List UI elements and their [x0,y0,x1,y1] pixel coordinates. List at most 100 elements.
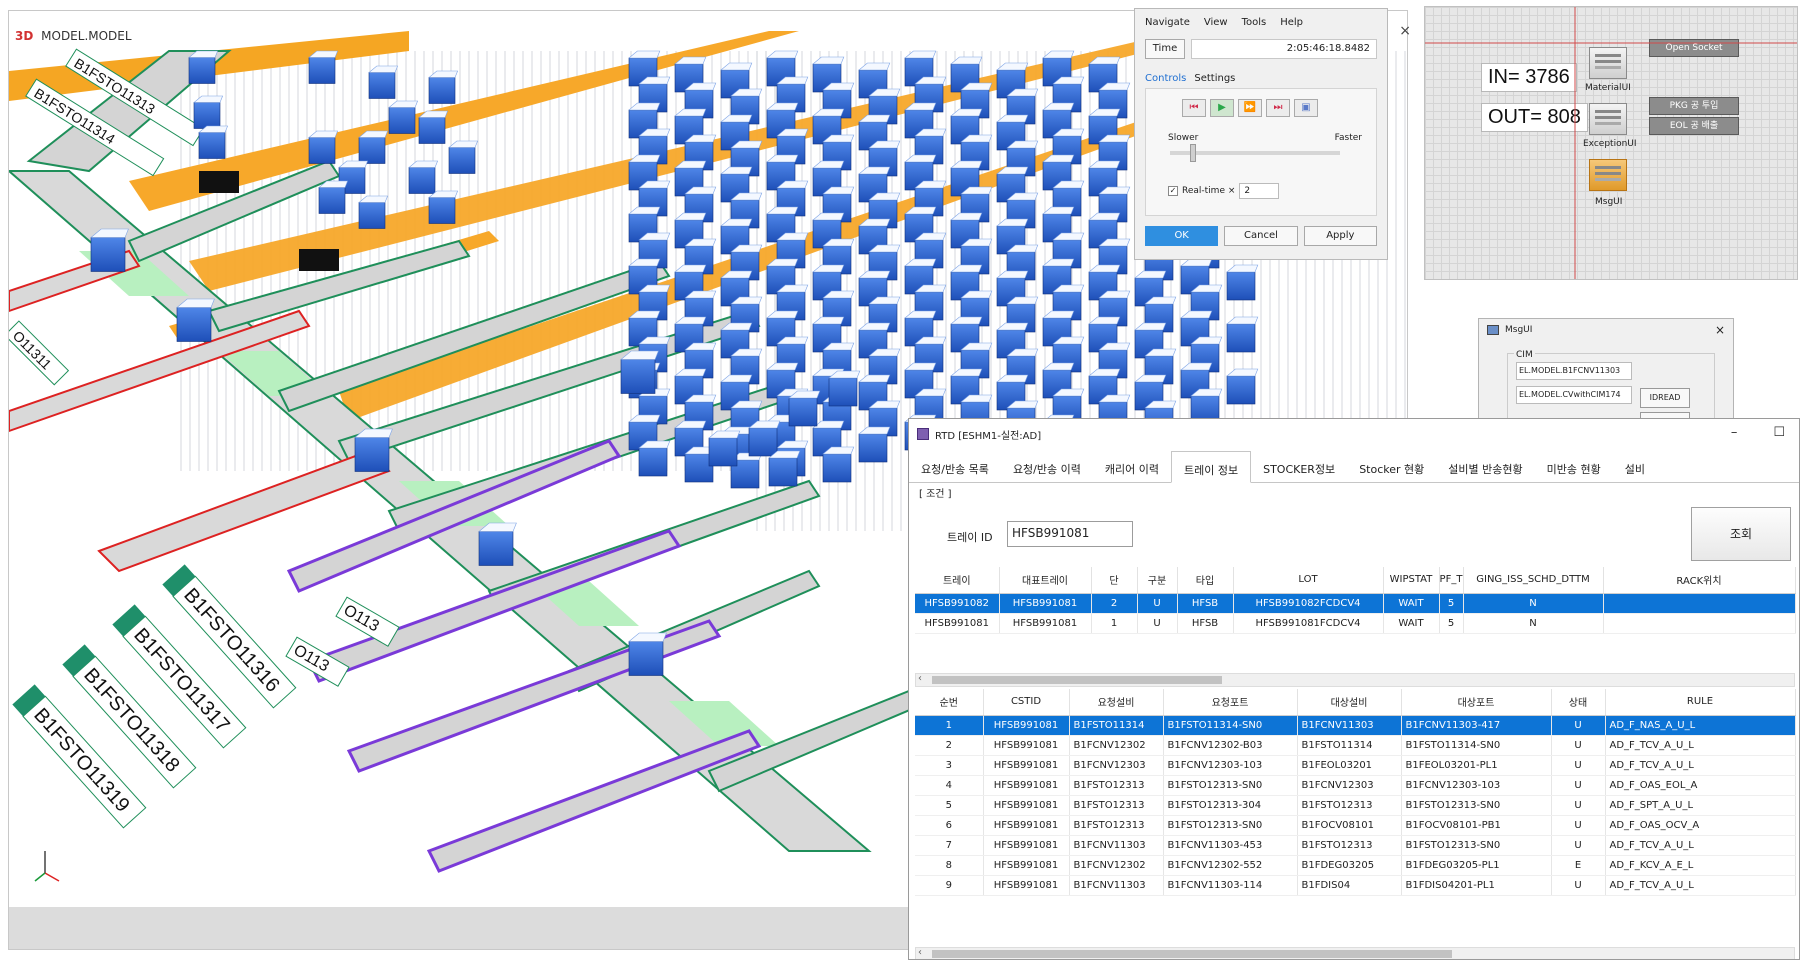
menu-help[interactable]: Help [1280,17,1303,35]
table-row[interactable]: 2 HFSB991081 B1FCNV12302 B1FCNV12302-B03 B1F… [915,735,1796,756]
table-cell: U [1137,593,1178,614]
table-row[interactable]: 8 HFSB991081 B1FCNV12302 B1FCNV12302-552 B1F… [915,855,1796,876]
rtd-tab[interactable]: 캐리어 이력 [1093,451,1171,482]
rtd-tab[interactable]: 미반송 현황 [1535,451,1613,482]
query-button[interactable]: 조회 [1691,507,1791,561]
table-row[interactable]: 4 HFSB991081 B1FSTO12313 B1FSTO12313-SN0 B1F… [915,775,1796,796]
table-cell: U [1551,735,1606,756]
close-icon[interactable]: × [1399,23,1411,39]
cim-group-label: CIM [1514,350,1535,360]
fast-forward-icon[interactable]: ⏩ [1238,99,1262,117]
table-row[interactable]: 6 HFSB991081 B1FSTO12313 B1FSTO12313-SN0 B1F… [915,815,1796,836]
column-header[interactable]: RULE [1605,689,1796,716]
table-cell: E [1551,855,1606,876]
table-cell: 5 [915,795,984,816]
menu-navigate[interactable]: Navigate [1145,17,1190,35]
rtd-tab[interactable]: 요청/반송 목록 [909,451,1001,482]
rtd-tab[interactable]: 트레이 정보 [1170,451,1252,483]
column-header[interactable]: CSTID [983,689,1070,716]
column-header[interactable]: 트레이 [915,567,1000,594]
column-header[interactable]: WIPSTAT [1383,567,1440,594]
carrier-box [768,450,801,487]
carrier-box [408,160,439,194]
carrier-box [368,65,399,99]
time-button[interactable]: Time [1145,39,1185,59]
realtime-checkbox[interactable]: ✓ [1168,186,1178,196]
controls-panel: ⏮ ▶ ⏩ ⏭ ▣ Slower Faster ✓ Real-time × 2 [1145,88,1377,216]
step-icon[interactable]: ⏭ [1266,99,1290,117]
column-header[interactable]: 순번 [915,689,984,716]
slider-thumb[interactable] [1190,144,1196,162]
table-row[interactable]: 7 HFSB991081 B1FCNV11303 B1FCNV11303-453 B1F… [915,835,1796,856]
carrier-box [708,430,741,467]
table-row[interactable]: 9 HFSB991081 B1FCNV11303 B1FCNV11303-114 B1F… [915,875,1796,896]
rtd-tab[interactable]: 요청/반송 이력 [1001,451,1093,482]
column-header[interactable]: 상태 [1551,689,1606,716]
column-header[interactable]: 구분 [1137,567,1178,594]
tray-table-scrollbar[interactable]: ‹ [915,673,1795,687]
menu-tools[interactable]: Tools [1242,17,1267,35]
column-header[interactable]: GING_ISS_SCHD_DTTM [1463,567,1604,594]
column-header[interactable]: 단 [1091,567,1138,594]
tray-id-label: 트레이 ID [947,531,993,544]
realtime-multiplier-input[interactable]: 2 [1239,183,1280,199]
apply-button[interactable]: Apply [1303,226,1377,246]
column-header[interactable]: 요청설비 [1069,689,1164,716]
stop-icon[interactable]: ▣ [1294,99,1318,117]
cim-line-2[interactable]: EL.MODEL.CVwithCIM174 [1516,386,1632,404]
column-header[interactable]: PF_T [1439,567,1464,594]
speed-slider[interactable] [1170,144,1340,162]
scroll-left-icon[interactable]: ‹ [918,673,922,684]
scroll-thumb[interactable] [932,676,1222,684]
maximize-icon[interactable]: ☐ [1773,425,1785,440]
table-cell: B1FOCV08101 [1297,815,1402,836]
rtd-tab[interactable]: STOCKER정보 [1251,451,1347,482]
carrier-box [198,125,229,159]
play-icon[interactable]: ▶ [1210,99,1234,117]
table-row[interactable]: HFSB991082 HFSB991081 2 U HFSB HFSB991082FCDC… [915,593,1796,614]
table-cell: B1FSTO11314-SN0 [1401,735,1552,756]
table-cell: 7 [915,835,984,856]
route-table-scrollbar[interactable]: ‹ [915,947,1795,959]
rtd-app-icon [917,428,929,440]
table-cell: B1FCNV12303 [1297,775,1402,796]
table-cell: 8 [915,855,984,876]
column-header[interactable]: 타입 [1177,567,1234,594]
table-row[interactable]: 5 HFSB991081 B1FSTO12313 B1FSTO12313-304 B1F… [915,795,1796,816]
table-cell: B1FSTO11314-SN0 [1163,715,1298,736]
column-header[interactable]: 대상설비 [1297,689,1402,716]
column-header[interactable]: LOT [1233,567,1384,594]
scroll-left-icon[interactable]: ‹ [918,947,922,958]
table-cell: 5 [1439,593,1464,614]
table-cell: U [1551,835,1606,856]
idread-button[interactable]: IDREAD [1640,388,1690,408]
tab-controls[interactable]: Controls [1145,73,1186,84]
carrier-box [628,632,667,676]
table-cell: B1FCNV12303-103 [1163,755,1298,776]
minimize-icon[interactable]: – [1731,425,1738,440]
column-header[interactable]: 대표트레이 [999,567,1092,594]
tray-id-input[interactable]: HFSB991081 [1007,521,1133,547]
table-row[interactable]: HFSB991081 HFSB991081 1 U HFSB HFSB991081FCDC… [915,613,1796,634]
carrier-box [428,70,459,104]
ok-button[interactable]: OK [1145,226,1219,246]
tab-settings[interactable]: Settings [1194,73,1235,84]
close-icon[interactable]: × [1715,323,1725,337]
rtd-tab[interactable]: 설비 [1613,451,1657,482]
scroll-thumb[interactable] [932,950,1452,958]
reset-icon[interactable]: ⏮ [1182,99,1206,117]
table-cell: HFSB [1177,613,1234,634]
table-cell: 3 [915,755,984,776]
column-header[interactable]: 요청포트 [1163,689,1298,716]
table-row[interactable]: 1 HFSB991081 B1FSTO11314 B1FSTO11314-SN0 B1F… [915,715,1796,736]
cancel-button[interactable]: Cancel [1224,226,1298,246]
column-header[interactable]: 대상포트 [1401,689,1552,716]
column-header[interactable]: RACK위치 [1603,567,1796,594]
rtd-tab[interactable]: Stocker 현황 [1347,451,1436,482]
cim-line-1[interactable]: EL.MODEL.B1FCNV11303 [1516,362,1632,380]
table-cell: B1FCNV11303-453 [1163,835,1298,856]
table-row[interactable]: 3 HFSB991081 B1FCNV12303 B1FCNV12303-103 B1F… [915,755,1796,776]
rtd-tab[interactable]: 설비별 반송현황 [1436,451,1534,482]
menu-view[interactable]: View [1204,17,1228,35]
carrier-box [1226,368,1259,405]
